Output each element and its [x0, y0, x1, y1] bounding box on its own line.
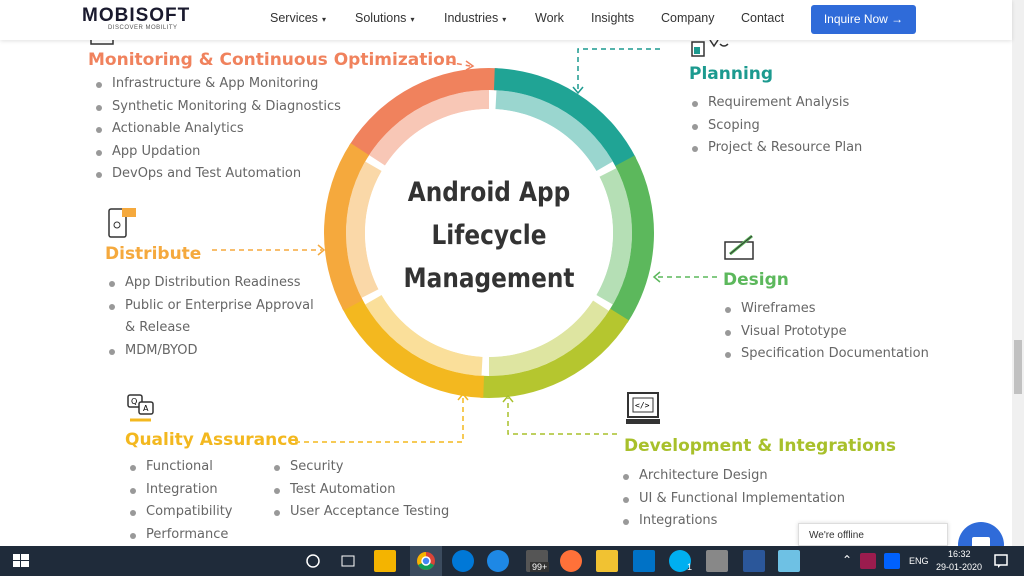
list-item: Project & Resource Plan [692, 137, 862, 160]
nav-industries[interactable]: Industries ▾ [444, 11, 506, 25]
list-item: App Distribution Readiness [109, 272, 319, 295]
action-center-icon[interactable] [990, 550, 1012, 572]
svg-text:</>: </> [635, 401, 650, 410]
nav-work[interactable]: Work [535, 11, 564, 25]
qa-title: Quality Assurance [125, 430, 299, 450]
nav-contact[interactable]: Contact [741, 11, 784, 25]
list-item: Integration [130, 479, 233, 502]
planning-list: Requirement Analysis Scoping Project & R… [692, 92, 862, 160]
notification-count-badge: 99+ [530, 562, 550, 572]
list-item: Functional [130, 456, 233, 479]
diagram-title-line3: Management [403, 263, 575, 294]
connector-qa [295, 396, 464, 443]
monitoring-title: Monitoring & Continuous Optimization [88, 50, 457, 70]
list-item: Specification Documentation [725, 343, 929, 366]
skype-badge: 1 [687, 562, 693, 572]
nav-company[interactable]: Company [661, 11, 715, 25]
page: MOBISOFT DISCOVER MOBILITY Services ▾ Sol… [0, 0, 1024, 576]
cortana-search-icon[interactable] [302, 550, 324, 572]
list-item: Performance [130, 524, 233, 547]
chevron-down-icon: ▾ [321, 15, 326, 24]
ie-icon[interactable] [487, 550, 509, 572]
list-item: Wireframes [725, 298, 929, 321]
scrollbar-thumb[interactable] [1014, 340, 1022, 394]
nav-industries-label: Industries [444, 11, 499, 25]
list-item: MDM/BYOD [109, 340, 319, 363]
distribute-title: Distribute [105, 244, 202, 264]
design-icon [724, 234, 754, 260]
nav-insights[interactable]: Insights [591, 11, 634, 25]
chrome-icon [417, 552, 435, 570]
tray-app-icon[interactable] [860, 553, 876, 569]
qa-icon: QA [127, 394, 154, 422]
list-item: Infrastructure & App Monitoring [96, 73, 341, 96]
list-item: Public or Enterprise Approval & Release [109, 295, 319, 340]
list-item: Compatibility [130, 501, 233, 524]
chat-offline-label[interactable]: We're offline [798, 523, 948, 546]
list-item: User Acceptance Testing [274, 501, 449, 524]
distribute-icon [108, 208, 136, 238]
distribute-list: App Distribution Readiness Public or Ent… [109, 272, 319, 362]
logo-text: MOBISOFT [82, 5, 191, 26]
svg-text:Q: Q [131, 397, 137, 406]
inquire-now-button[interactable]: Inquire Now → [811, 5, 916, 34]
windows-taskbar: 99+ 1 ⌃ ENG 16:32 29-01-2020 [0, 546, 1024, 576]
clock-date[interactable]: 29-01-2020 [936, 562, 982, 572]
diagram-title: Android App Lifecycle Management [403, 171, 575, 300]
dropbox-icon[interactable] [884, 553, 900, 569]
list-item: Architecture Design [623, 465, 845, 488]
calculator-icon[interactable] [706, 550, 728, 572]
clock-time[interactable]: 16:32 [948, 549, 971, 559]
diagram-title-line1: Android App [407, 177, 571, 208]
language-indicator[interactable]: ENG [909, 556, 929, 566]
task-view-icon[interactable] [337, 550, 359, 572]
design-list: Wireframes Visual Prototype Specificatio… [725, 298, 929, 366]
chrome-taskbar-slot[interactable] [410, 546, 442, 576]
svg-text:A: A [143, 404, 149, 413]
mobisoft-logo[interactable]: MOBISOFT DISCOVER MOBILITY [82, 5, 190, 31]
development-icon: </> [626, 392, 660, 424]
firefox-icon[interactable] [560, 550, 582, 572]
site-header: MOBISOFT DISCOVER MOBILITY Services ▾ Sol… [0, 0, 1012, 40]
chevron-up-icon[interactable]: ⌃ [842, 553, 852, 567]
design-title: Design [723, 270, 789, 290]
store-icon[interactable] [374, 550, 396, 572]
connector-development [507, 398, 617, 435]
nav-services[interactable]: Services ▾ [270, 11, 326, 25]
list-item: DevOps and Test Automation [96, 163, 341, 186]
windows-start-icon[interactable] [10, 550, 32, 572]
list-item: Scoping [692, 115, 862, 138]
list-item: Security [274, 456, 449, 479]
word-icon[interactable] [743, 550, 765, 572]
list-item: Test Automation [274, 479, 449, 502]
chevron-down-icon: ▾ [502, 15, 507, 24]
nav-services-label: Services [270, 11, 318, 25]
connector-planning [577, 48, 660, 90]
diagram-title-line2: Lifecycle [431, 220, 547, 251]
page-scrollbar[interactable] [1012, 0, 1024, 546]
nav-solutions-label: Solutions [355, 11, 407, 25]
monitoring-list: Infrastructure & App Monitoring Syntheti… [96, 73, 341, 186]
file-explorer-icon[interactable] [596, 550, 618, 572]
list-item: Visual Prototype [725, 321, 929, 344]
qa-list-col2: Security Test Automation User Acceptance… [274, 456, 449, 524]
planning-title: Planning [689, 64, 774, 84]
list-item: App Updation [96, 141, 341, 164]
qa-list-col1: Functional Integration Compatibility Per… [130, 456, 233, 546]
notepad-icon[interactable] [778, 550, 800, 572]
nav-solutions[interactable]: Solutions ▾ [355, 11, 414, 25]
list-item: Requirement Analysis [692, 92, 862, 115]
list-item: Synthetic Monitoring & Diagnostics [96, 96, 341, 119]
development-title: Development & Integrations [624, 436, 897, 456]
list-item: UI & Functional Implementation [623, 488, 845, 511]
list-item: Actionable Analytics [96, 118, 341, 141]
edge-icon[interactable] [452, 550, 474, 572]
outlook-icon[interactable] [633, 550, 655, 572]
chevron-down-icon: ▾ [410, 15, 415, 24]
